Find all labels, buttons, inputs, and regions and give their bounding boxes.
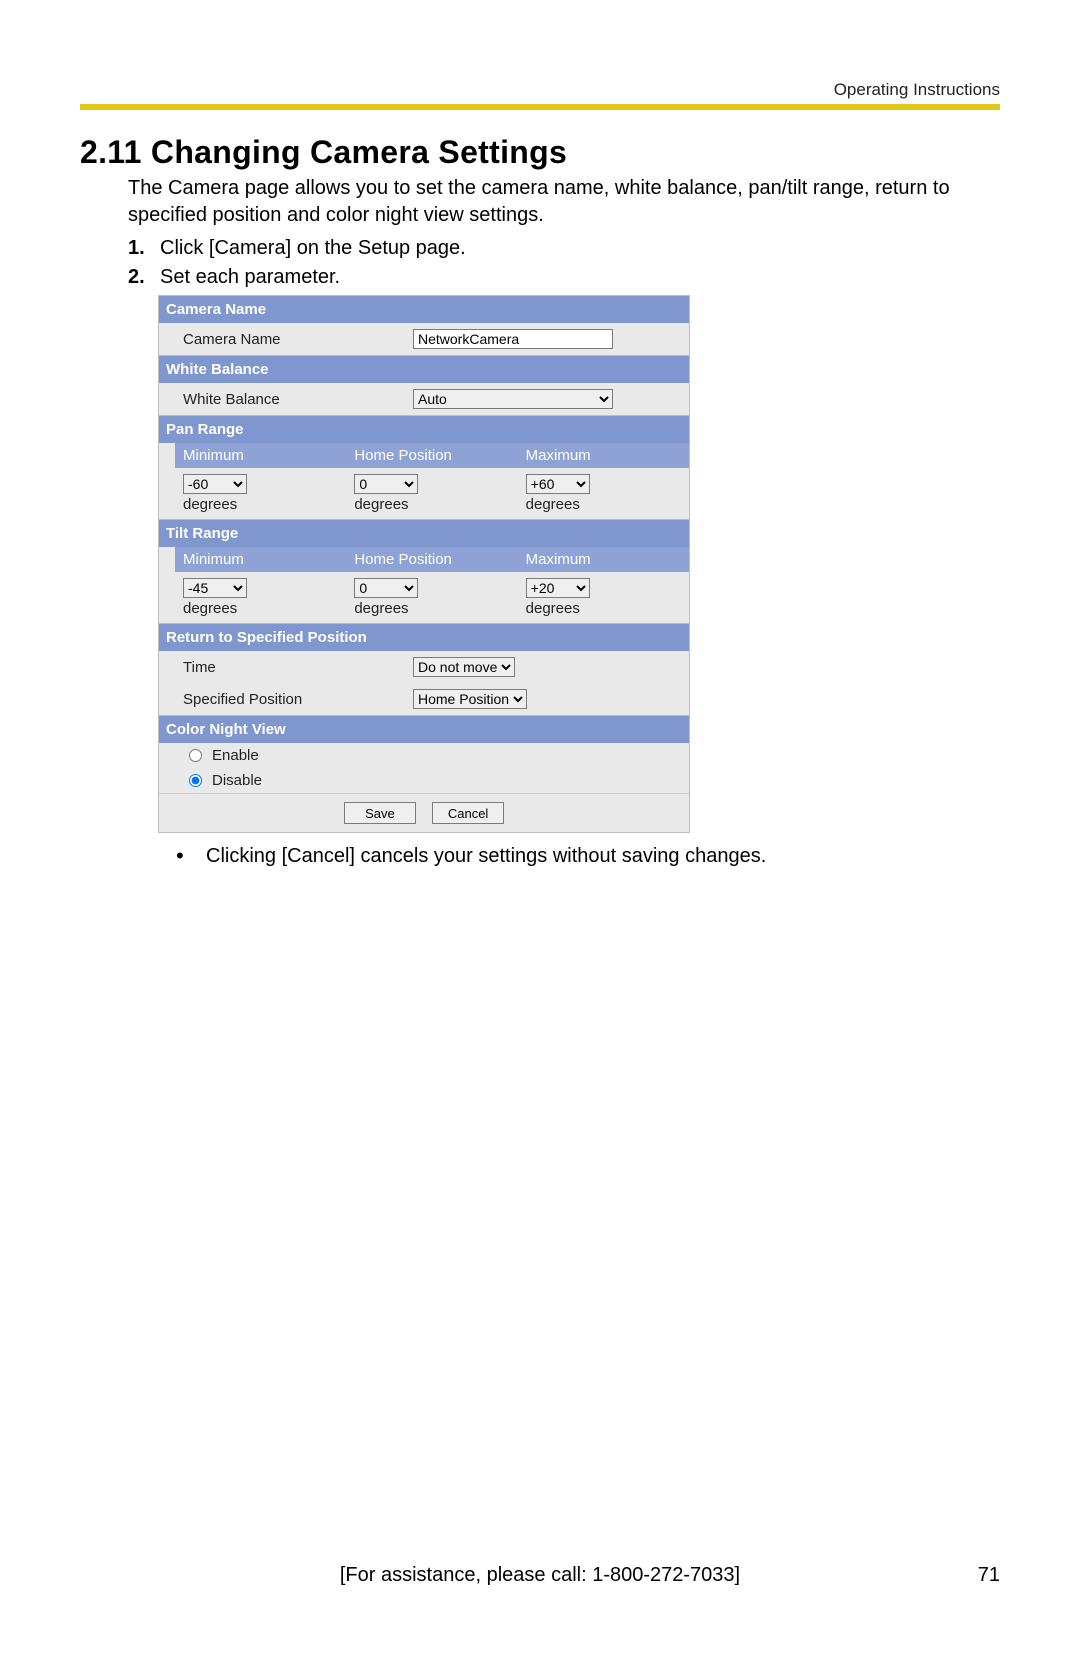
- camera-settings-form: Camera Name Camera Name White Balance Wh…: [158, 295, 690, 833]
- white-balance-row: White Balance Auto: [159, 383, 689, 415]
- tilt-max-select[interactable]: +20: [526, 578, 590, 598]
- step-item: Set each parameter.: [128, 266, 1000, 289]
- header-rule: [80, 104, 1000, 110]
- tilt-unit: degrees: [526, 600, 689, 617]
- cancel-button[interactable]: Cancel: [432, 802, 504, 824]
- tilt-max-col: Maximum: [518, 547, 689, 572]
- return-position-label: Specified Position: [159, 691, 413, 708]
- return-position-select[interactable]: Home Position: [413, 689, 527, 709]
- pan-max-select[interactable]: +60: [526, 474, 590, 494]
- button-bar: Save Cancel: [159, 793, 689, 832]
- steps-list: Click [Camera] on the Setup page. Set ea…: [128, 237, 1000, 289]
- camera-name-header: Camera Name: [159, 296, 689, 323]
- footer-assist: [For assistance, please call: 1-800-272-…: [140, 1564, 940, 1587]
- pan-unit: degrees: [526, 496, 689, 513]
- tilt-range-subheader: Minimum Home Position Maximum: [159, 547, 689, 572]
- pan-min-select[interactable]: -60: [183, 474, 247, 494]
- page-number: 71: [940, 1564, 1000, 1587]
- header-category: Operating Instructions: [834, 80, 1000, 100]
- camera-name-input[interactable]: [413, 329, 613, 349]
- pan-range-header: Pan Range: [159, 415, 689, 443]
- return-time-label: Time: [159, 659, 413, 676]
- return-time-select[interactable]: Do not move: [413, 657, 515, 677]
- cancel-note: Clicking [Cancel] cancels your settings …: [176, 845, 1000, 868]
- cnv-disable-row[interactable]: Disable: [159, 768, 689, 793]
- tilt-min-select[interactable]: -45: [183, 578, 247, 598]
- cnv-enable-radio[interactable]: [189, 749, 202, 762]
- color-night-view-header: Color Night View: [159, 715, 689, 743]
- camera-name-label: Camera Name: [159, 331, 413, 348]
- white-balance-label: White Balance: [159, 391, 413, 408]
- section-intro: The Camera page allows you to set the ca…: [128, 175, 1000, 229]
- tilt-range-values: -45 degrees 0 degrees +20 degrees: [159, 572, 689, 623]
- white-balance-header: White Balance: [159, 355, 689, 383]
- pan-range-subheader: Minimum Home Position Maximum: [159, 443, 689, 468]
- pan-min-col: Minimum: [175, 443, 346, 468]
- return-time-row: Time Do not move: [159, 651, 689, 683]
- tilt-unit: degrees: [354, 600, 517, 617]
- return-position-row: Specified Position Home Position: [159, 683, 689, 715]
- pan-home-select[interactable]: 0: [354, 474, 418, 494]
- pan-unit: degrees: [183, 496, 346, 513]
- white-balance-select[interactable]: Auto: [413, 389, 613, 409]
- cnv-disable-radio[interactable]: [189, 774, 202, 787]
- cnv-enable-row[interactable]: Enable: [159, 743, 689, 768]
- return-position-header: Return to Specified Position: [159, 623, 689, 651]
- section-title: 2.11 Changing Camera Settings: [80, 134, 1000, 171]
- step-item: Click [Camera] on the Setup page.: [128, 237, 1000, 260]
- save-button[interactable]: Save: [344, 802, 416, 824]
- tilt-unit: degrees: [183, 600, 346, 617]
- pan-home-col: Home Position: [346, 443, 517, 468]
- tilt-min-col: Minimum: [175, 547, 346, 572]
- cnv-enable-label: Enable: [212, 747, 259, 764]
- camera-name-row: Camera Name: [159, 323, 689, 355]
- cnv-disable-label: Disable: [212, 772, 262, 789]
- tilt-range-header: Tilt Range: [159, 519, 689, 547]
- pan-max-col: Maximum: [518, 443, 689, 468]
- tilt-home-col: Home Position: [346, 547, 517, 572]
- pan-unit: degrees: [354, 496, 517, 513]
- tilt-home-select[interactable]: 0: [354, 578, 418, 598]
- pan-range-values: -60 degrees 0 degrees +60 degrees: [159, 468, 689, 519]
